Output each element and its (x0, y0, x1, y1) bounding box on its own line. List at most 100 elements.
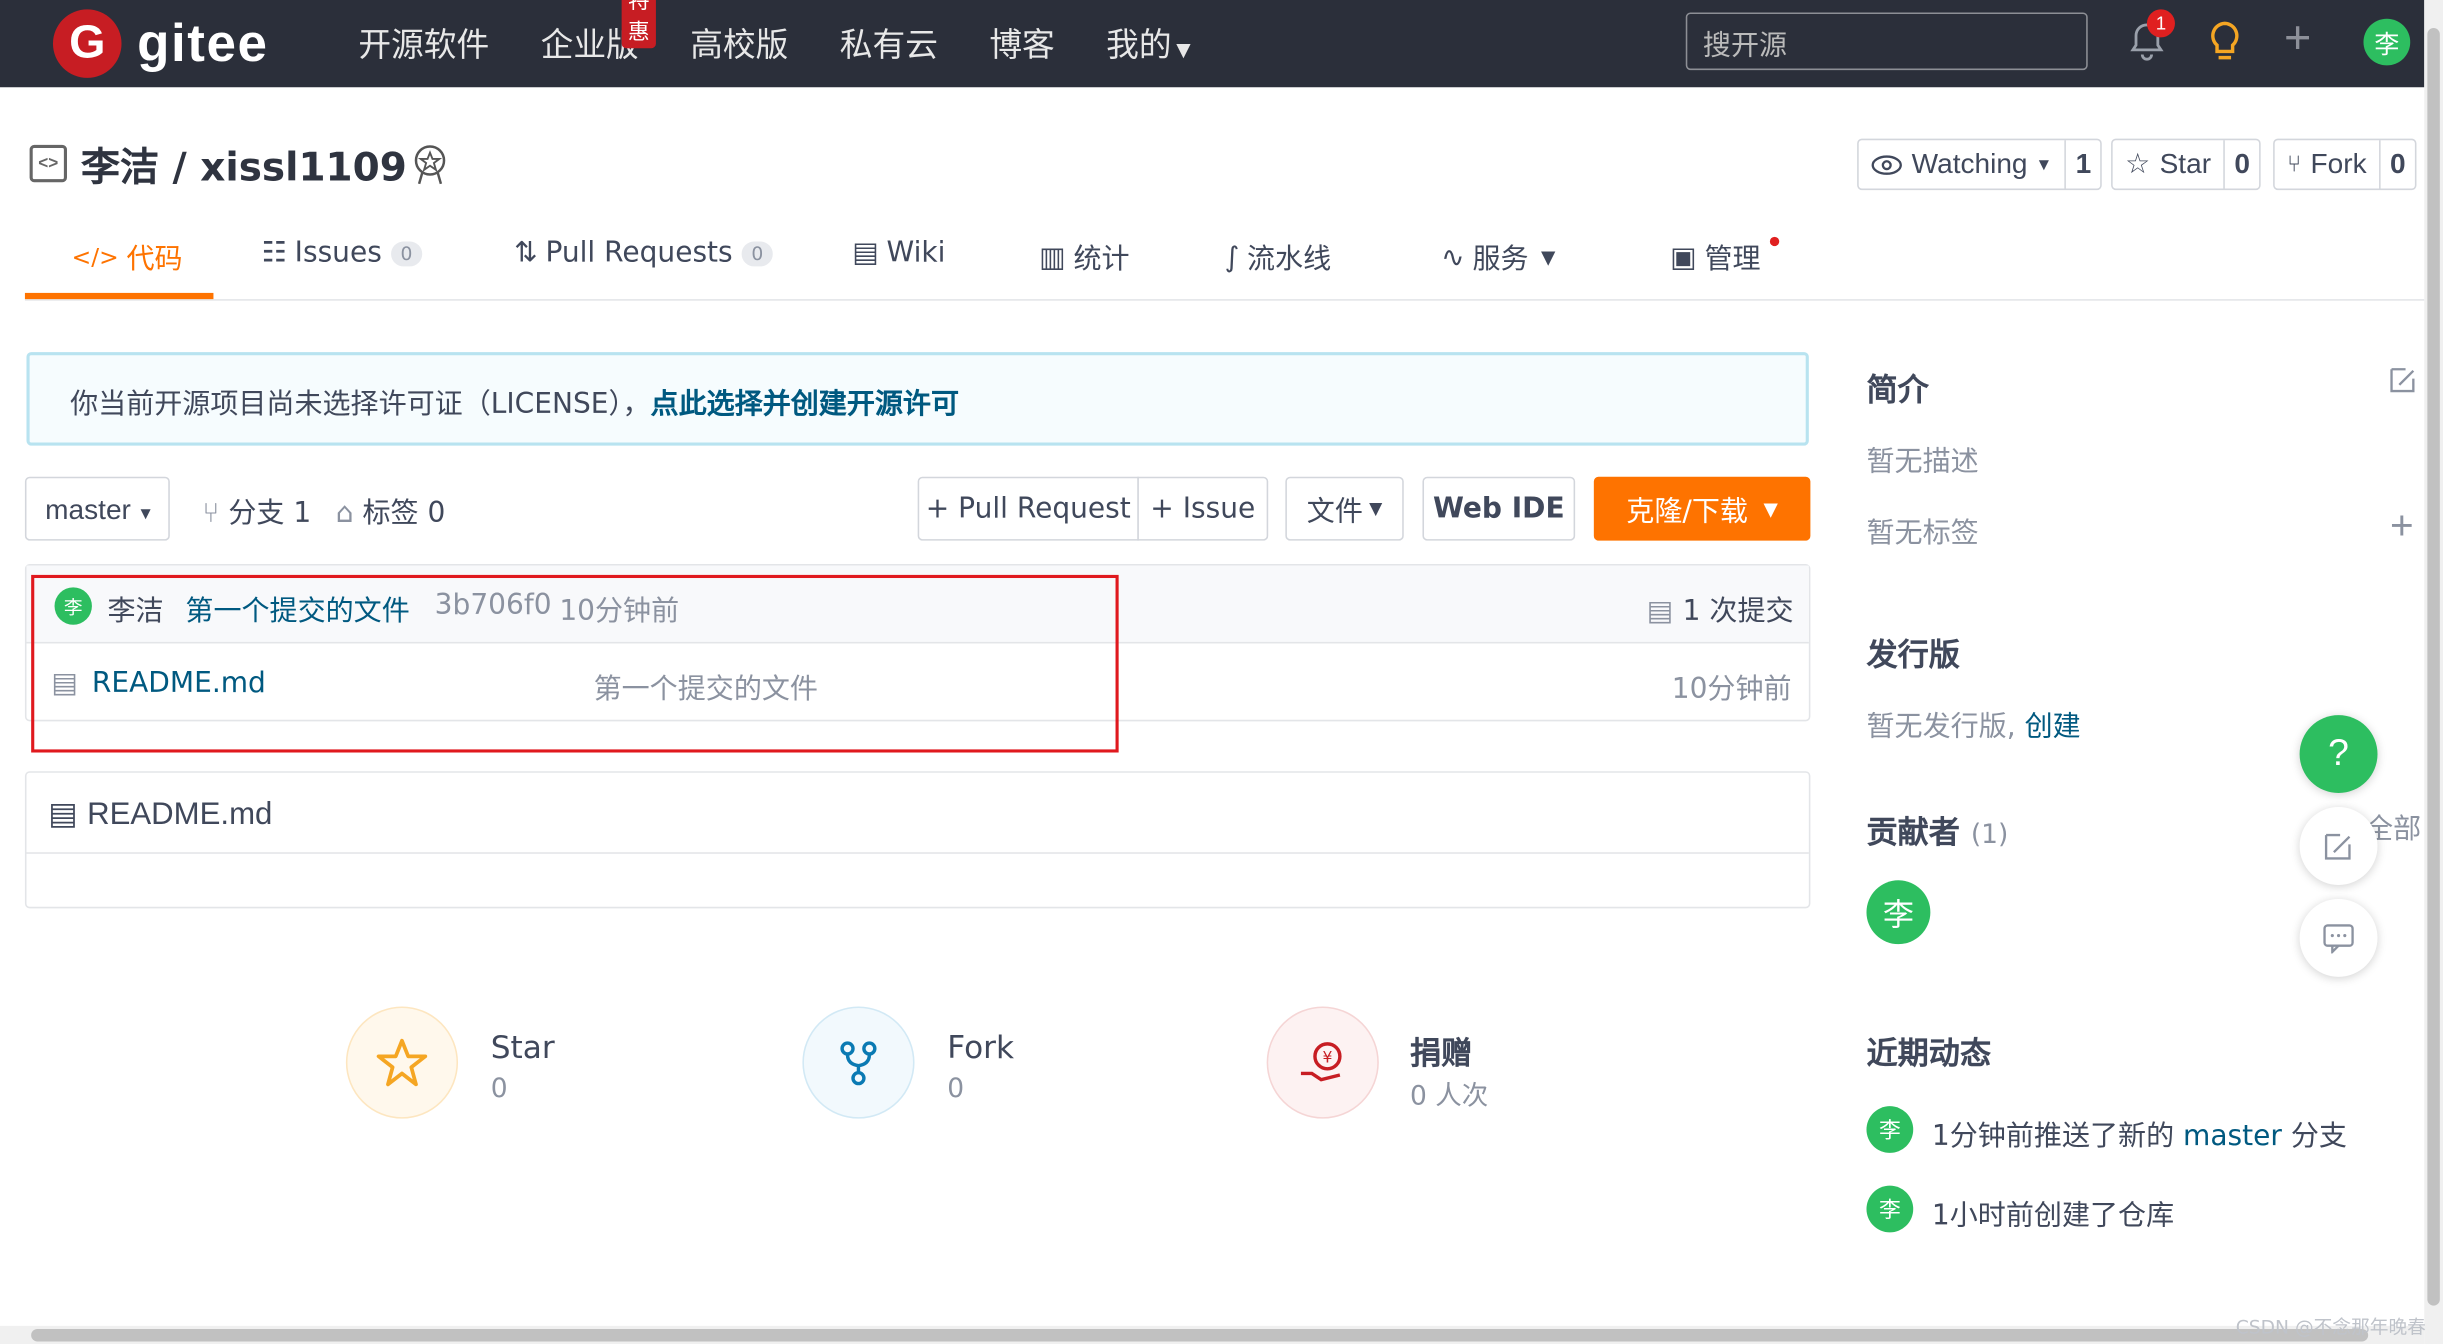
star-stat-title: Star (490, 1028, 555, 1066)
fork-stat-circle[interactable] (802, 1006, 915, 1119)
tab-manage[interactable]: ▣ 管理 (1670, 237, 1760, 278)
branch-info: ⑂ 分支 1 ⌂ 标签 0 (203, 491, 446, 532)
chevron-down-icon: ▼ (1176, 38, 1191, 61)
star-stat-circle[interactable] (345, 1006, 459, 1119)
tab-code[interactable]: </> 代码 (72, 237, 183, 278)
tab-stats-label: 统计 (1073, 243, 1130, 276)
contributors-title: 贡献者 (1866, 813, 1960, 851)
tags-link[interactable]: 标签 0 (362, 497, 445, 530)
question-icon: ? (2328, 732, 2349, 775)
award-icon[interactable] (411, 143, 448, 187)
svg-text:¥: ¥ (1322, 1049, 1332, 1067)
nav-blog[interactable]: 博客 (989, 20, 1054, 67)
tab-pulls-label: Pull Requests (545, 236, 733, 270)
vertical-scrollbar-thumb[interactable] (2427, 28, 2440, 1306)
chat-icon (2323, 924, 2354, 954)
tab-pipeline[interactable]: ∫ 流水线 (1225, 237, 1332, 278)
tab-services[interactable]: ∿ 服务 ▼ (1441, 237, 1555, 278)
activity-avatar[interactable]: 李 (1866, 1106, 1914, 1153)
tab-manage-label: 管理 (1704, 243, 1761, 276)
activity-item: 1小时前创建了仓库 (1931, 1199, 2175, 1233)
logo-icon: G (52, 9, 122, 78)
branches-link[interactable]: 分支 1 (228, 497, 311, 530)
web-ide-button[interactable]: Web IDE (1422, 476, 1576, 541)
tab-pull-requests[interactable]: ⇅ Pull Requests 0 (514, 236, 773, 270)
horizontal-scrollbar-thumb[interactable] (31, 1328, 2369, 1342)
fork-button[interactable]: ⑂ Fork 0 (2273, 138, 2417, 191)
fork-stat-value: 0 (947, 1073, 965, 1105)
plus-icon[interactable]: + (2284, 12, 2311, 65)
activity-item: 1分钟前推送了新的 master 分支 (1932, 1114, 2347, 1155)
donate-stat-circle[interactable]: ¥ (1266, 1006, 1379, 1119)
promo-badge: 特惠 (621, 0, 656, 49)
edit-icon[interactable] (2387, 365, 2418, 396)
chevron-down-icon: ▼ (137, 504, 155, 524)
bar-chart-icon: ▥ (1039, 240, 1066, 274)
star-stat-value: 0 (490, 1073, 508, 1105)
repo-title[interactable]: 李洁 / xissl1109 (81, 137, 407, 193)
add-tag-plus-icon[interactable]: + (2390, 502, 2414, 550)
donate-stat-value: 0 人次 (1409, 1081, 1489, 1113)
lightbulb-icon[interactable] (2206, 19, 2243, 66)
gitee-logo[interactable]: G gitee (52, 9, 269, 78)
create-release-link[interactable]: 创建 (2025, 710, 2081, 743)
tab-stats[interactable]: ▥ 统计 (1039, 237, 1129, 278)
nav-private-cloud[interactable]: 私有云 (840, 20, 938, 67)
new-pull-request-button[interactable]: + Pull Request (917, 476, 1139, 541)
pull-request-icon: ⇅ (514, 236, 538, 270)
donate-icon: ¥ (1300, 1042, 1342, 1082)
repo-tabs: </> 代码 ☷ Issues 0 ⇅ Pull Requests 0 ▤ Wiki ▥ 统计… (24, 218, 2425, 301)
contributor-avatar[interactable]: 李 (1866, 880, 1931, 945)
fork-icon (840, 1041, 877, 1086)
chevron-down-icon: ▼ (2035, 155, 2053, 174)
nav-enterprise[interactable]: 企业版 特惠 (541, 0, 656, 67)
commit-count-label: 1 次提交 (1682, 595, 1794, 628)
fork-icon: ⑂ (2287, 151, 2302, 178)
fork-stat-title: Fork (947, 1028, 1015, 1066)
nav-open-source[interactable]: 开源软件 (358, 20, 489, 67)
chat-button[interactable] (2299, 898, 2378, 977)
book-icon: ▤ (852, 236, 879, 270)
commit-count[interactable]: ▤ 1 次提交 (1647, 589, 1794, 630)
code-icon: </> (71, 243, 119, 272)
tab-issues[interactable]: ☷ Issues 0 (262, 237, 422, 270)
activity-branch-link[interactable]: master (2183, 1120, 2282, 1153)
activity-avatar[interactable]: 李 (1866, 1185, 1914, 1233)
nav-education[interactable]: 高校版 (690, 20, 788, 67)
new-issue-button[interactable]: + Issue (1137, 476, 1269, 541)
user-avatar[interactable]: 李 (2363, 18, 2411, 66)
donate-stat-title: 捐赠 (1409, 1034, 1473, 1072)
branch-icon: ⑂ (202, 497, 220, 530)
tag-icon: ⌂ (335, 497, 354, 530)
eye-icon (1871, 154, 1902, 175)
help-question-button[interactable]: ? (2299, 715, 2378, 794)
tab-issues-label: Issues (294, 236, 382, 270)
intro-heading: 简介 (1866, 370, 1929, 409)
chevron-down-icon: ▼ (1369, 498, 1383, 519)
create-license-link[interactable]: 点此选择并创建开源许可 (651, 388, 959, 421)
watch-count[interactable]: 1 (2064, 140, 2101, 189)
star-icon: ☆ (2125, 148, 2151, 180)
csdn-watermark: CSDN @不念那年晚春 (2235, 1316, 2426, 1339)
star-button[interactable]: ☆ Star 0 (2111, 138, 2261, 191)
clone-download-label: 克隆/下载 (1626, 494, 1748, 528)
manage-icon: ▣ (1670, 240, 1697, 274)
star-count[interactable]: 0 (2223, 140, 2260, 189)
fork-count[interactable]: 0 (2379, 140, 2415, 189)
contributors-count: (1) (1970, 819, 2009, 851)
logo-text: gitee (137, 13, 269, 73)
tab-code-label: 代码 (126, 243, 183, 276)
search-input[interactable]: 搜开源 (1685, 12, 2088, 71)
feedback-edit-button[interactable] (2299, 807, 2378, 885)
tab-wiki[interactable]: ▤ Wiki (852, 237, 945, 270)
tab-services-label: 服务 (1472, 243, 1529, 276)
branch-select[interactable]: master ▼ (24, 476, 170, 541)
chevron-down-icon: ▼ (1763, 497, 1778, 520)
watch-button[interactable]: Watching ▼ 1 (1857, 138, 2103, 191)
branch-name: master (45, 493, 131, 526)
clone-download-button[interactable]: 克隆/下载 ▼ (1593, 476, 1811, 541)
file-menu-button[interactable]: 文件 ▼ (1285, 476, 1404, 541)
activity-text-post: 分支 (2281, 1120, 2347, 1153)
nav-mine[interactable]: 我的 ▼ (1106, 20, 1190, 67)
readme-panel: ▤ README.md (24, 771, 1811, 909)
